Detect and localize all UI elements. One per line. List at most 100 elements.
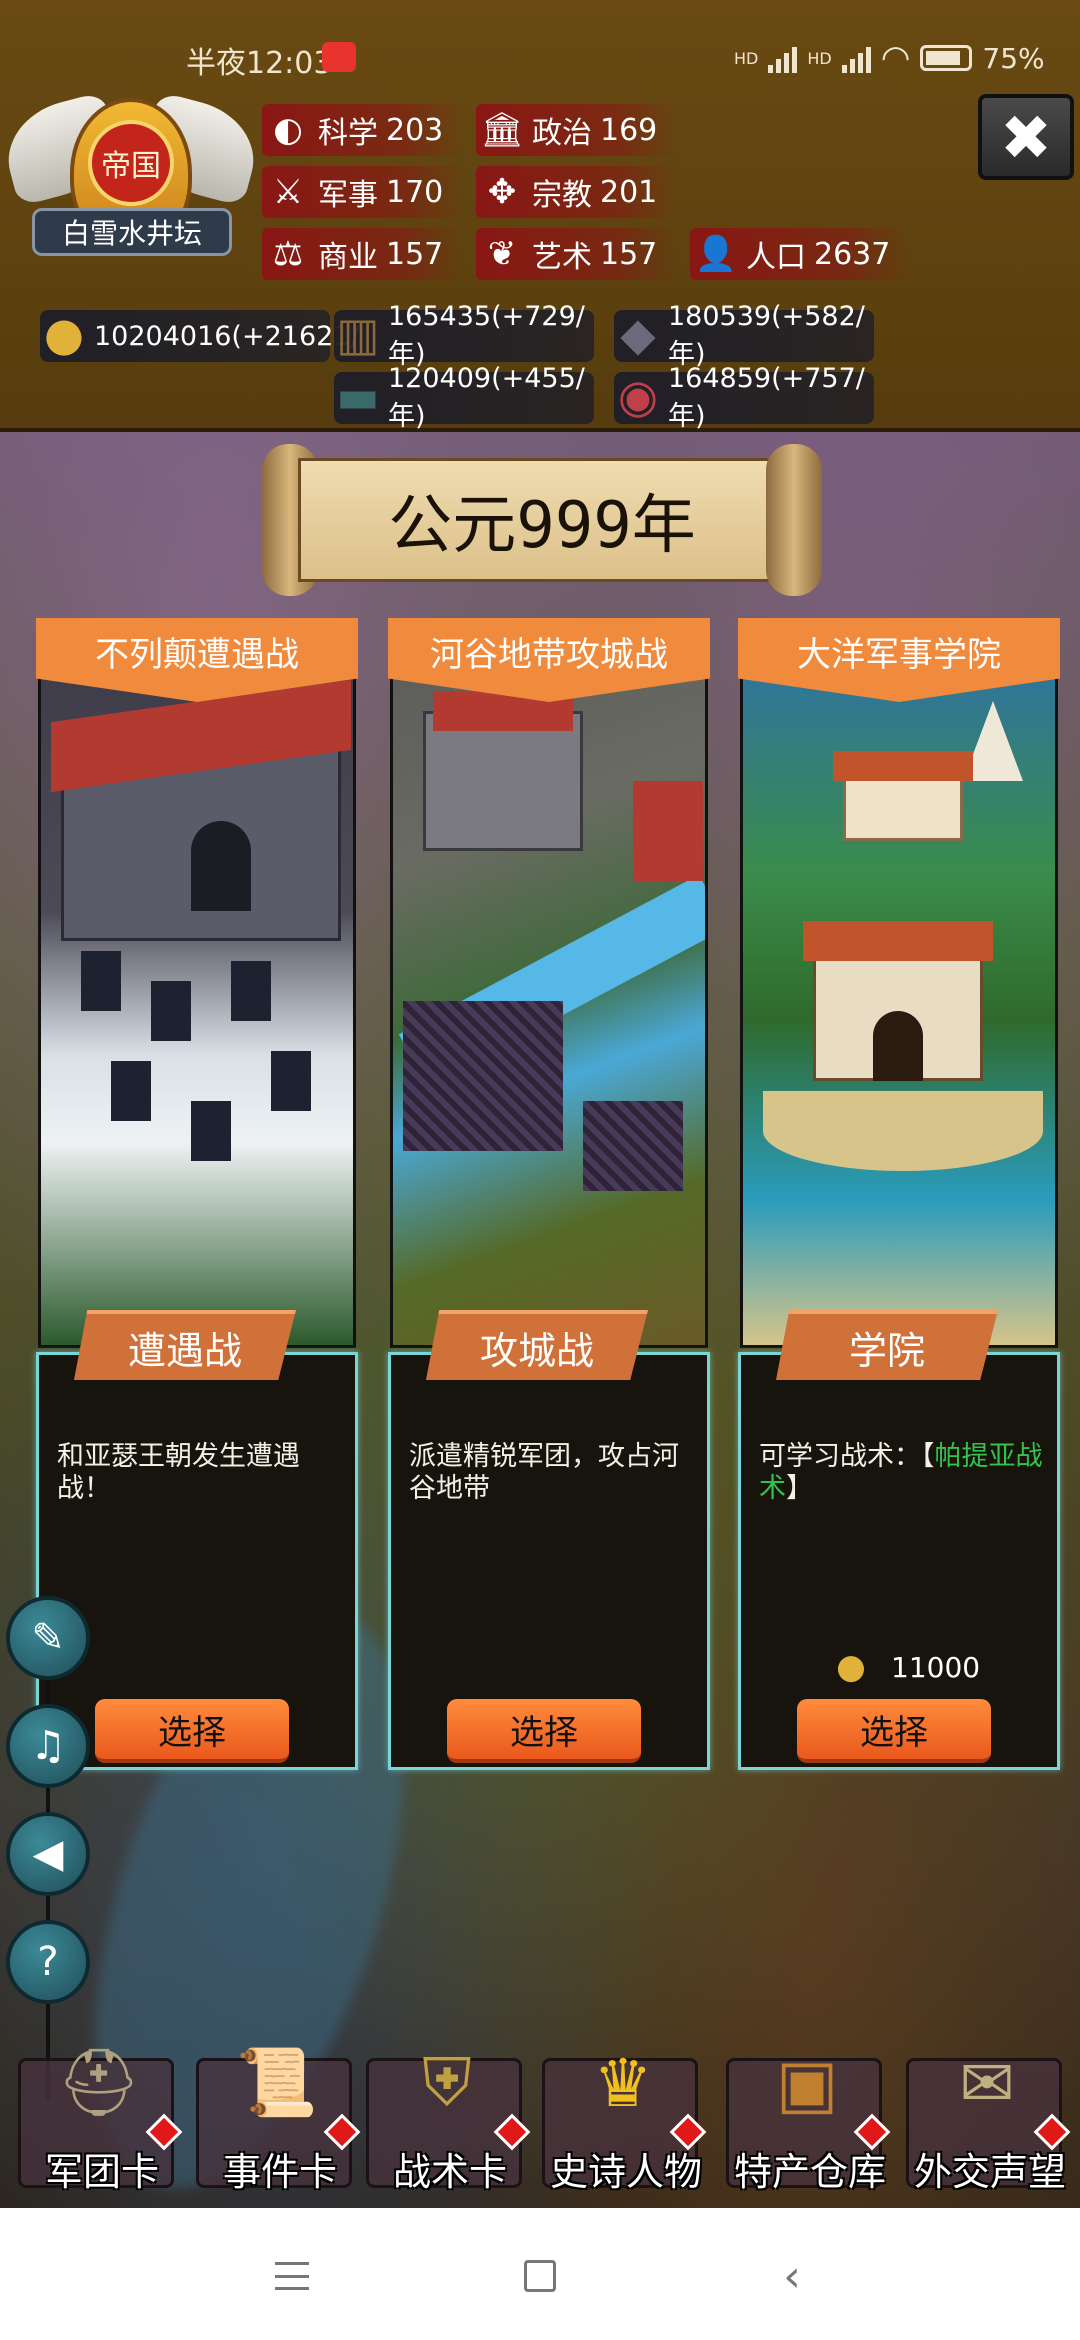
status-time: 半夜12:03 xyxy=(186,46,333,81)
commerce-icon: ⚖ xyxy=(272,234,304,274)
signal-strength-icon-1 xyxy=(768,43,798,73)
notification-app-icon xyxy=(322,42,356,72)
tab-epic-characters[interactable]: ♛ 史诗人物 xyxy=(542,2045,707,2194)
resource-stone: ◆ 180539(+582/年) xyxy=(614,301,874,370)
stat-politics: 🏛 政治 169 xyxy=(476,104,678,156)
stat-label: 商业 xyxy=(318,240,378,275)
card-description: 可学习战术：【帕提亚战术】 xyxy=(759,1441,1049,1505)
event-card-siege[interactable]: 河谷地带攻城战 攻城战 派遣精锐军团，攻占河谷地带 选择 xyxy=(388,618,710,1770)
stat-military: ⚔ 军事 170 xyxy=(262,166,464,218)
help-button[interactable]: ? xyxy=(6,1920,90,2004)
tab-specialty-warehouse[interactable]: ▣ 特产仓库 xyxy=(726,2045,891,2194)
tab-label: 史诗人物 xyxy=(549,2150,702,2194)
card-type-tag: 攻城战 xyxy=(426,1310,648,1380)
tab-legion-cards[interactable]: ⛑ 军团卡 xyxy=(18,2044,183,2194)
card-type-tag: 遭遇战 xyxy=(74,1310,296,1380)
stat-label: 人口 xyxy=(746,240,806,275)
resource-value: 10204016(+21621/ xyxy=(94,320,360,352)
gold-icon: ● xyxy=(43,307,85,361)
stat-population: 👤 人口 2637 xyxy=(690,228,911,280)
stat-label: 政治 xyxy=(532,116,592,151)
speaker-icon: ◀ xyxy=(32,1831,64,1877)
event-card-encounter[interactable]: 不列颠遭遇战 遭遇战 和亚瑟王朝发生遭遇战！ 选择 xyxy=(36,618,358,1770)
desc-suffix: 】 xyxy=(786,1473,813,1504)
home-button[interactable] xyxy=(510,2246,570,2306)
cost-value: 11000 xyxy=(891,1650,981,1684)
log-button[interactable]: ✎ xyxy=(6,1596,90,1680)
stat-value: 170 xyxy=(386,174,444,210)
back-chevron-icon: ‹ xyxy=(783,2250,801,2302)
card-cost: ● 11000 xyxy=(829,1645,980,1689)
card-description: 和亚瑟王朝发生遭遇战！ xyxy=(57,1441,300,1504)
choose-button[interactable]: 选择 xyxy=(95,1699,289,1763)
stat-religion: ✥ 宗教 201 xyxy=(476,166,678,218)
recent-apps-button[interactable] xyxy=(262,2246,322,2306)
game-screen: 半夜12:03 HD HD ◠ 75% 帝国 白雪水井坛 ◐ 科学 203 🏛 … xyxy=(0,0,1080,2340)
tab-label: 特产仓库 xyxy=(733,2150,886,2194)
stat-art: ❦ 艺术 157 xyxy=(476,228,678,280)
resource-gold: ● 10204016(+21621/ xyxy=(40,307,360,362)
iron-icon: ▬ xyxy=(336,369,380,423)
back-button[interactable]: ‹ xyxy=(762,2246,822,2306)
close-button[interactable]: ✖ xyxy=(978,94,1074,180)
tab-event-cards[interactable]: 📜 事件卡 xyxy=(196,2044,361,2194)
card-artwork xyxy=(390,618,708,1348)
tab-tactics-cards[interactable]: ⛨ 战术卡 xyxy=(366,2044,531,2194)
stat-value: 169 xyxy=(600,112,658,148)
choose-button[interactable]: 选择 xyxy=(797,1699,991,1763)
resource-value: 165435(+729/年) xyxy=(388,301,585,370)
stone-icon: ◆ xyxy=(620,307,656,361)
card-artwork xyxy=(740,618,1058,1348)
stat-science: ◐ 科学 203 xyxy=(262,104,464,156)
empire-emblem[interactable]: 帝国 白雪水井坛 xyxy=(0,91,266,274)
stat-value: 203 xyxy=(386,112,444,148)
battle-scene-image xyxy=(41,621,353,1345)
music-toggle-button[interactable]: ♫ xyxy=(6,1704,90,1788)
politics-icon: 🏛 xyxy=(480,110,524,150)
tab-label: 战术卡 xyxy=(392,2150,507,2194)
science-icon: ◐ xyxy=(273,110,303,150)
wifi-icon: ◠ xyxy=(880,38,911,78)
close-icon: ✖ xyxy=(1000,100,1052,174)
tab-label: 军团卡 xyxy=(44,2150,159,2194)
stat-label: 军事 xyxy=(318,178,378,213)
desc-prefix: 可学习战术：【 xyxy=(759,1441,935,1472)
scroll-icon: 📜 xyxy=(235,2044,319,2121)
resource-value: 180539(+582/年) xyxy=(668,301,865,370)
tab-diplomatic-prestige[interactable]: ✉ 外交声望 xyxy=(906,2045,1071,2194)
empire-header: 半夜12:03 HD HD ◠ 75% 帝国 白雪水井坛 ◐ 科学 203 🏛 … xyxy=(0,0,1080,432)
resource-meat: ◉ 164859(+757/年) xyxy=(614,363,874,432)
menu-icon xyxy=(275,2262,309,2290)
home-icon xyxy=(524,2260,556,2292)
resource-value: 164859(+757/年) xyxy=(668,363,865,432)
religion-icon: ✥ xyxy=(487,172,517,212)
status-bar: 半夜12:03 HD HD ◠ 75% xyxy=(0,28,1080,86)
stat-commerce: ⚖ 商业 157 xyxy=(262,228,464,280)
year-text: 公元999年 xyxy=(298,458,786,582)
academy-scene-image xyxy=(743,621,1055,1345)
card-body: 可学习战术：【帕提亚战术】 ● 11000 选择 xyxy=(738,1352,1060,1770)
resource-value: 120409(+455/年) xyxy=(388,363,585,432)
log-book-icon: ✎ xyxy=(31,1615,65,1661)
meat-icon: ◉ xyxy=(617,369,659,423)
resource-wood: ▥ 165435(+729/年) xyxy=(334,301,594,370)
event-card-academy[interactable]: 大洋军事学院 学院 可学习战术：【帕提亚战术】 ● 11000 选择 xyxy=(738,618,1060,1770)
resource-iron: ▬ 120409(+455/年) xyxy=(334,363,594,432)
signal-strength-icon-2 xyxy=(841,43,871,73)
sound-toggle-button[interactable]: ◀ xyxy=(6,1812,90,1896)
question-icon: ? xyxy=(37,1939,59,1985)
crown-icon: ♛ xyxy=(593,2044,653,2122)
stat-label: 宗教 xyxy=(532,178,592,213)
stat-value: 201 xyxy=(600,174,658,210)
population-icon: 👤 xyxy=(694,234,738,274)
card-description: 派遣精锐军团，攻占河谷地带 xyxy=(409,1441,679,1504)
stat-value: 157 xyxy=(386,236,444,272)
siege-scene-image xyxy=(393,621,705,1345)
treasure-chest-icon: ▣ xyxy=(775,2044,839,2122)
stat-label: 艺术 xyxy=(532,240,592,275)
year-banner: 公元999年 xyxy=(262,444,822,596)
battery-icon xyxy=(920,45,973,71)
card-artwork xyxy=(38,618,356,1348)
scroll-right-roll xyxy=(766,444,822,596)
choose-button[interactable]: 选择 xyxy=(447,1699,641,1763)
